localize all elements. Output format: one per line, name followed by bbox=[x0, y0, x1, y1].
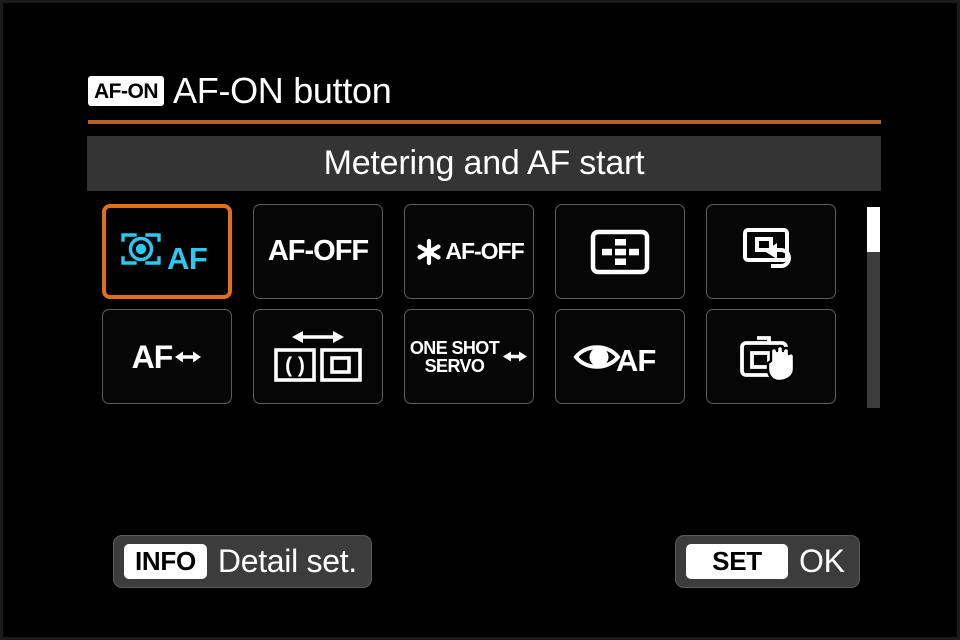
left-right-arrow-icon bbox=[174, 348, 202, 366]
options-scrollbar-track[interactable] bbox=[867, 207, 880, 408]
option-cell-switch-to-registered-af-point[interactable] bbox=[706, 204, 836, 299]
registered-af-point-icon bbox=[741, 226, 801, 278]
option-cell-switch-af-area[interactable]: ( ) bbox=[253, 309, 383, 404]
selected-function-bar: Metering and AF start bbox=[87, 136, 881, 191]
info-button-badge-icon: INFO bbox=[124, 544, 207, 579]
option-label-af-off: AF-OFF bbox=[267, 235, 369, 267]
page-header: AF-ON AF-ON button bbox=[88, 65, 883, 117]
option-cell-ae-lock-af-off[interactable]: AF-OFF bbox=[404, 204, 534, 299]
svg-text:AF: AF bbox=[616, 343, 655, 378]
svg-text:AF: AF bbox=[167, 241, 207, 276]
options-scrollbar-thumb[interactable] bbox=[867, 207, 880, 252]
svg-text:( ): ( ) bbox=[285, 354, 305, 377]
set-ok-button[interactable]: SET OK bbox=[675, 535, 860, 588]
af-on-button-badge-icon: AF-ON bbox=[88, 76, 164, 106]
left-right-arrow-icon bbox=[502, 348, 528, 365]
option-grid: AF AF-OFF AF-OFF AF () ONE SHOT SERVO A… bbox=[102, 204, 848, 404]
metering-af-icon: AF bbox=[115, 228, 219, 276]
selected-function-label: Metering and AF start bbox=[323, 144, 645, 182]
eye-af-icon: AF bbox=[572, 334, 668, 380]
option-cell-one-shot-servo-switch[interactable]: ONE SHOT SERVO bbox=[404, 309, 534, 404]
option-label-one-shot-servo: ONE SHOT SERVO bbox=[409, 337, 500, 376]
title-divider bbox=[88, 120, 881, 124]
ae-lock-asterisk-icon bbox=[414, 236, 444, 268]
option-cell-af-point-selection[interactable] bbox=[555, 204, 685, 299]
option-cell-touch-and-drag-af[interactable] bbox=[706, 309, 836, 404]
camera-menu-screen: AF-ON AF-ON button Metering and AF start bbox=[0, 0, 960, 640]
page-title: AF-ON button bbox=[173, 70, 392, 111]
detail-set-button[interactable]: INFO Detail set. bbox=[113, 535, 372, 588]
ok-label: OK bbox=[799, 543, 845, 579]
switch-af-area-icon: ( ) bbox=[272, 328, 364, 386]
option-cell-metering-and-af-start[interactable]: AF bbox=[102, 204, 232, 299]
detail-set-label: Detail set. bbox=[217, 543, 357, 579]
af-point-selection-icon bbox=[590, 229, 650, 275]
option-label-af: AF bbox=[131, 338, 174, 375]
option-cell-eye-detection-af[interactable]: AF bbox=[555, 309, 685, 404]
touch-drag-af-icon bbox=[738, 329, 804, 385]
option-label-ae-lock-af-off: AF-OFF bbox=[445, 238, 524, 264]
option-cell-direct-af-method-selection[interactable]: AF bbox=[102, 309, 232, 404]
set-button-badge-icon: SET bbox=[686, 544, 788, 579]
option-cell-af-off[interactable]: AF-OFF bbox=[253, 204, 383, 299]
